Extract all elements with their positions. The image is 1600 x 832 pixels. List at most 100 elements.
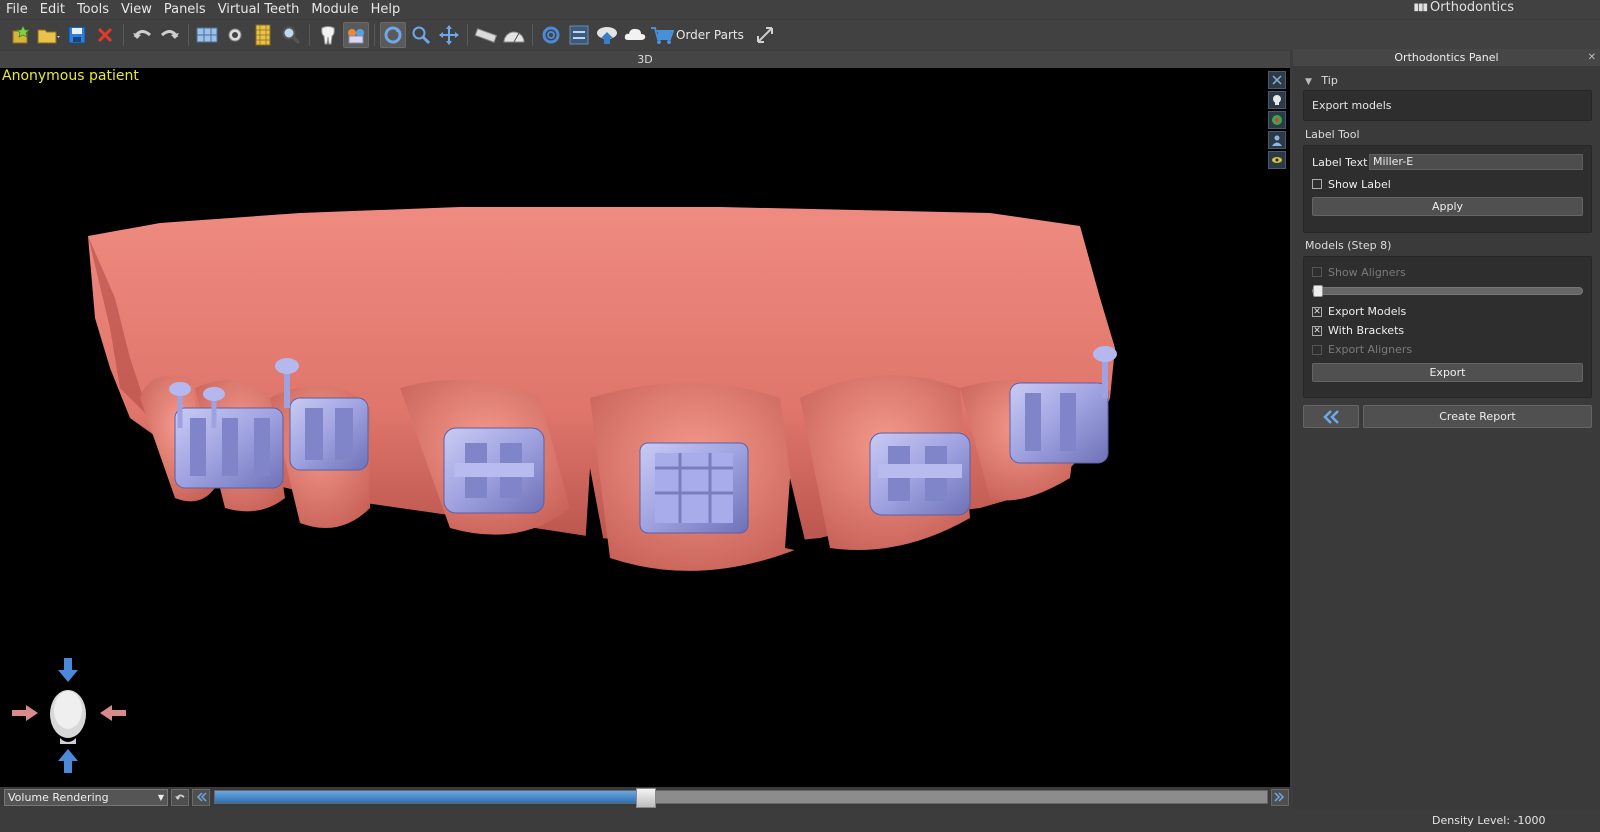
close-case-button[interactable] [92,22,118,48]
undo-icon [133,30,151,39]
menu-edit[interactable]: Edit [34,0,71,19]
pan-button[interactable] [436,22,462,48]
menu-panels[interactable]: Panels [158,0,212,19]
measure-angle-icon [503,31,525,43]
double-chevron-left-icon [1323,409,1339,424]
measure-distance-button[interactable] [473,22,499,48]
rotate-button[interactable] [380,22,406,48]
layout-button[interactable] [194,22,220,48]
3d-viewport[interactable]: Anonymous patient [0,68,1290,807]
ruler-grid-button[interactable] [250,22,276,48]
order-parts-label: Order Parts [676,28,744,42]
eye-view-button[interactable] [1268,151,1286,169]
teeth-segment-button[interactable] [343,22,369,48]
density-slider-handle[interactable] [636,788,657,808]
open-folder-button[interactable] [36,22,62,48]
brand: ▮▮▮ Orthodontics [1414,0,1514,16]
new-case-button[interactable] [8,22,34,48]
orientation-widget[interactable] [10,658,130,773]
view-close-button[interactable] [1268,71,1286,89]
tooth-button[interactable] [315,22,341,48]
arrow-right-icon[interactable] [12,705,38,721]
density-level-status: Density Level: -1000 [1432,814,1546,827]
export-aligners-row: Export Aligners [1312,340,1583,359]
rotate-icon [384,26,402,44]
export-button[interactable]: Export [1312,363,1583,382]
density-slider[interactable] [214,788,1268,808]
tooth-icon [321,26,335,45]
label-tool-header: Label Tool [1305,128,1360,141]
render-mode-value: Volume Rendering [8,790,109,804]
label-text-row: Label Text Miller-E [1312,152,1583,172]
aligner-step-slider-handle[interactable] [1313,285,1323,297]
arrow-down-icon[interactable] [58,658,78,682]
menu-module[interactable]: Module [305,0,364,19]
double-chevron-right-icon [1274,792,1285,802]
toolbar-separator [467,24,468,46]
panel-close-icon[interactable]: ✕ [1588,49,1596,66]
tip-text: Export models [1312,99,1392,112]
collapse-triangle-icon: ▼ [1305,77,1312,87]
color-view-button[interactable] [1268,111,1286,129]
head-icon [50,690,86,744]
create-report-button[interactable]: Create Report [1363,405,1592,428]
reset-render-button[interactable] [171,788,189,806]
tip-header[interactable]: ▼ Tip [1293,66,1600,90]
undo-button[interactable] [129,22,155,48]
fullscreen-button[interactable] [752,22,778,48]
menu-view[interactable]: View [115,0,158,19]
save-button[interactable] [64,22,90,48]
view-tools [1268,71,1286,169]
person-view-button[interactable] [1268,131,1286,149]
label-text-input[interactable]: Miller-E [1369,154,1583,170]
menu-bar: File Edit Tools View Panels Virtual Teet… [0,0,1600,19]
brand-logo-icon: ▮▮▮ [1413,2,1428,13]
show-label-row[interactable]: Show Label [1312,173,1583,195]
menu-tools[interactable]: Tools [71,0,115,19]
screenshot-button[interactable] [222,22,248,48]
rotation-reset-button[interactable] [538,22,564,48]
export-models-row[interactable]: ✕ Export Models [1312,302,1583,321]
show-label-checkbox[interactable] [1312,179,1322,189]
render-mode-select[interactable]: Volume Rendering ▼ [4,788,168,806]
toolbar-separator [532,24,533,46]
toolbar-separator [188,24,189,46]
show-aligners-row: Show Aligners [1312,262,1583,282]
align-button[interactable] [566,22,592,48]
arrow-left-icon[interactable] [100,705,126,721]
magnify-button[interactable] [278,22,304,48]
panel-title-bar: Orthodontics Panel ✕ [1293,49,1600,66]
density-decrease-button[interactable] [192,788,210,806]
menu-file[interactable]: File [0,0,34,19]
menu-virtual-teeth[interactable]: Virtual Teeth [212,0,306,19]
density-increase-button[interactable] [1271,788,1289,806]
skull-view-button[interactable] [1268,91,1286,109]
upload-button[interactable] [594,22,620,48]
bracket [639,442,749,534]
export-models-checkbox[interactable]: ✕ [1312,306,1322,317]
dental-model-render[interactable] [0,68,1290,787]
label-tool-box: Label Text Miller-E Show Label Apply [1303,145,1592,233]
eye-icon [1272,157,1282,163]
redo-button[interactable] [157,22,183,48]
menu-help[interactable]: Help [365,0,407,19]
render-controls: Volume Rendering ▼ [0,787,1290,808]
pan-icon [439,25,459,45]
cloud-icon [624,28,646,40]
zoom-button[interactable] [408,22,434,48]
brand-name: Orthodontics [1430,0,1514,15]
with-brackets-checkbox[interactable]: ✕ [1312,325,1322,336]
cloud-button[interactable] [622,22,648,48]
arrow-up-icon[interactable] [58,749,78,773]
chevron-down-icon: ▼ [157,792,164,802]
back-button[interactable] [1303,405,1359,428]
toolbar-separator [123,24,124,46]
align-icon [569,25,589,45]
measure-angle-button[interactable] [501,22,527,48]
with-brackets-row[interactable]: ✕ With Brackets [1312,321,1583,340]
density-slider-fill [215,791,647,803]
order-parts-button[interactable]: Order Parts [650,22,750,48]
aligner-step-slider[interactable] [1312,285,1583,297]
apply-button[interactable]: Apply [1312,197,1583,216]
patient-name: Anonymous patient [2,68,139,84]
